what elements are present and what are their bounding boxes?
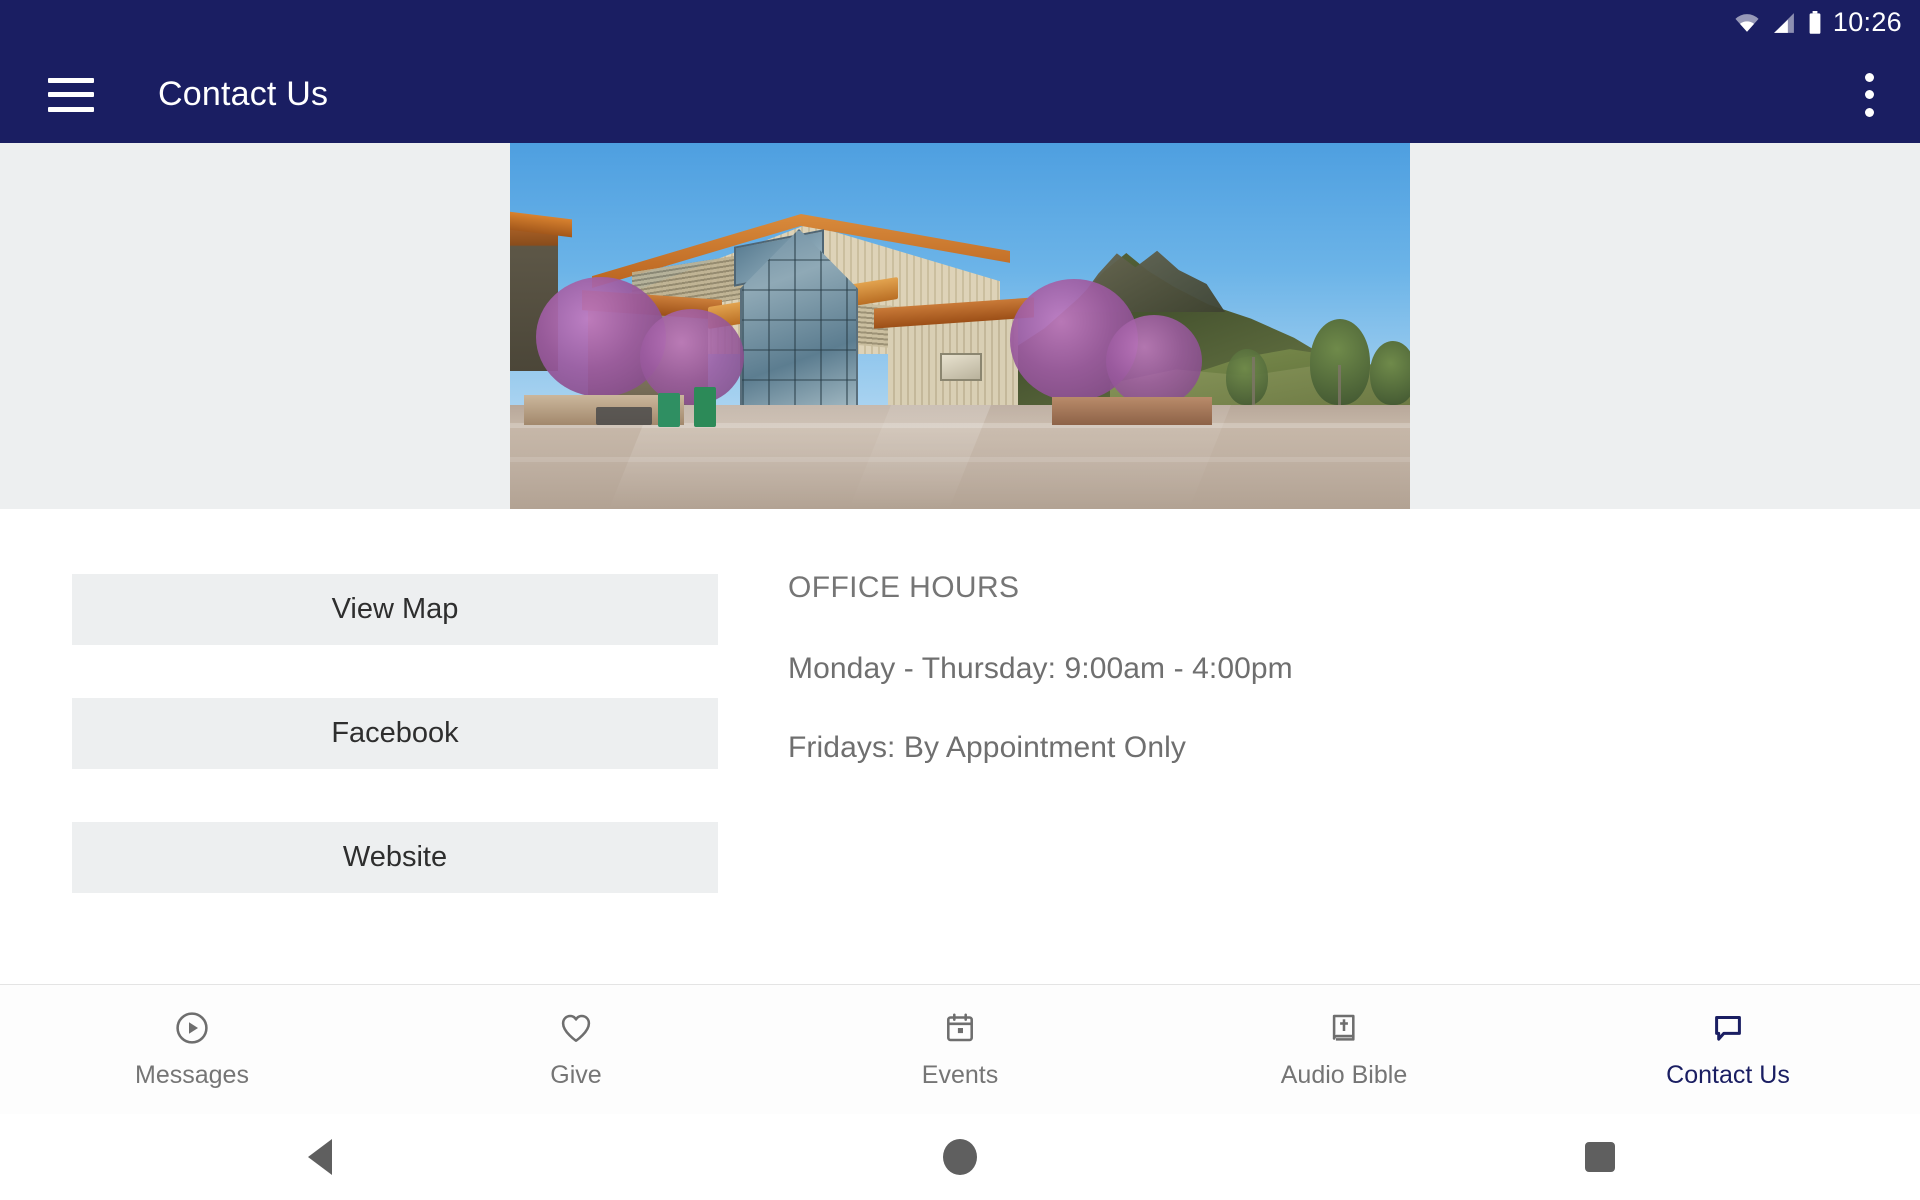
green-tree <box>1226 349 1268 405</box>
tab-events-label: Events <box>921 1060 999 1089</box>
content-area: View Map Facebook Website OFFICE HOURS M… <box>0 509 1920 984</box>
green-tree <box>1370 341 1410 405</box>
blossom-tree <box>640 309 744 405</box>
tab-give-label: Give <box>550 1060 602 1089</box>
bench <box>596 407 652 425</box>
heart-icon <box>558 1010 594 1051</box>
back-button[interactable] <box>0 1139 640 1175</box>
app-root: 10:26 Contact Us View Map Facebook Websi… <box>0 0 1920 1200</box>
trash-bin <box>694 387 716 427</box>
tab-events[interactable]: Events <box>768 985 1152 1114</box>
view-map-button[interactable]: View Map <box>72 574 718 645</box>
light-post <box>1338 365 1341 405</box>
tab-audio-bible[interactable]: Audio Bible <box>1152 985 1536 1114</box>
system-navigation-bar <box>0 1114 1920 1200</box>
status-bar: 10:26 <box>0 0 1920 46</box>
church-building-photo <box>510 143 1410 509</box>
battery-icon <box>1807 11 1823 35</box>
planter-wall <box>1052 397 1212 425</box>
green-chair <box>658 393 680 427</box>
app-bar: Contact Us <box>0 46 1920 143</box>
tab-contact-us-label: Contact Us <box>1666 1060 1790 1089</box>
recent-apps-button[interactable] <box>1280 1142 1920 1172</box>
blossom-tree <box>1106 315 1202 407</box>
tab-messages[interactable]: Messages <box>0 985 384 1114</box>
bottom-tab-bar: Messages Give Events Audio Bible Contact… <box>0 984 1920 1114</box>
status-time: 10:26 <box>1832 6 1902 37</box>
hamburger-menu-icon[interactable] <box>48 77 94 112</box>
calendar-icon <box>942 1010 978 1051</box>
website-label: Website <box>342 841 448 873</box>
wifi-icon <box>1733 12 1761 34</box>
facebook-label: Facebook <box>331 717 459 749</box>
action-button-list: View Map Facebook Website <box>72 574 718 946</box>
tab-give[interactable]: Give <box>384 985 768 1114</box>
tab-audio-bible-label: Audio Bible <box>1280 1060 1408 1089</box>
cellular-signal-icon <box>1771 12 1797 34</box>
recent-apps-square-icon <box>1585 1142 1615 1172</box>
home-circle-icon <box>943 1139 977 1175</box>
website-button[interactable]: Website <box>72 822 718 893</box>
light-post <box>1252 357 1255 405</box>
home-button[interactable] <box>640 1139 1280 1175</box>
back-triangle-icon <box>308 1139 332 1175</box>
view-map-label: View Map <box>331 593 459 625</box>
tab-messages-label: Messages <box>135 1060 249 1089</box>
office-hours-weekday: Monday - Thursday: 9:00am - 4:00pm <box>788 652 1293 685</box>
play-circle-icon <box>174 1010 210 1051</box>
facebook-button[interactable]: Facebook <box>72 698 718 769</box>
bible-book-icon <box>1326 1010 1362 1051</box>
office-hours-block: OFFICE HOURS Monday - Thursday: 9:00am -… <box>788 571 1688 810</box>
more-vertical-icon[interactable] <box>1864 72 1874 117</box>
page-title: Contact Us <box>158 75 329 113</box>
tab-contact-us[interactable]: Contact Us <box>1536 985 1920 1114</box>
office-hours-heading: OFFICE HOURS <box>788 571 1020 604</box>
chat-bubble-icon <box>1710 1010 1746 1051</box>
office-hours-friday: Fridays: By Appointment Only <box>788 731 1186 764</box>
